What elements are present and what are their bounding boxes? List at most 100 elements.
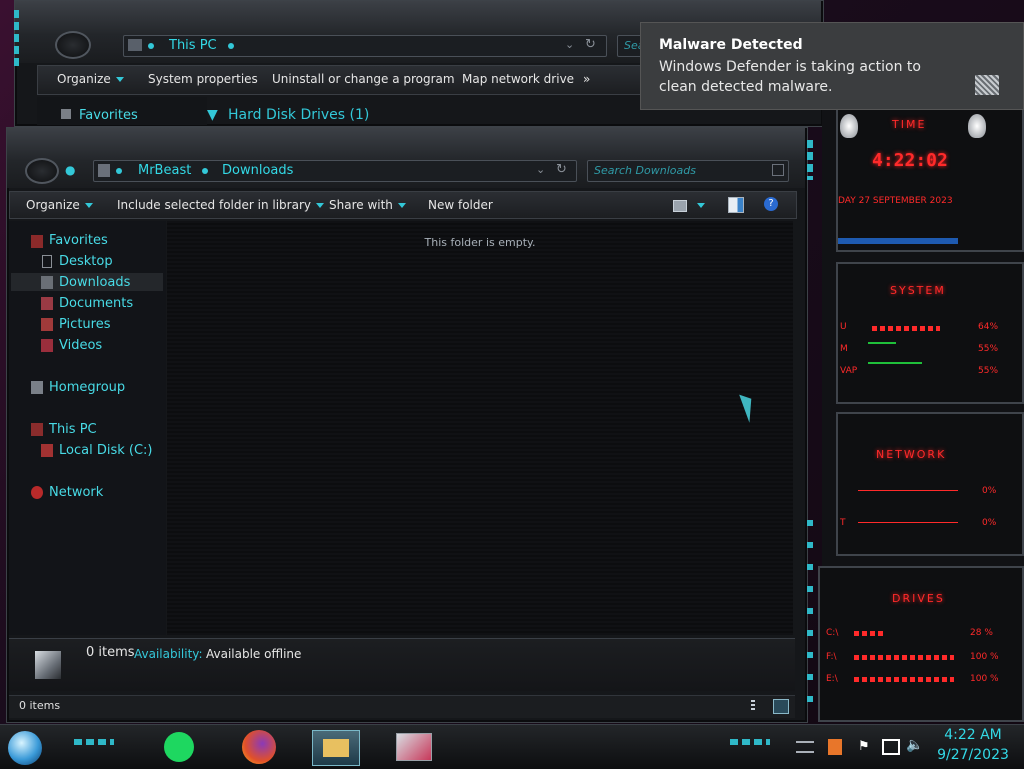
system-gadget[interactable]: SYSTEM U 64% M 55% VAP 55% [836,262,1024,404]
network-tray-icon[interactable] [882,739,900,755]
share-with-button[interactable]: Share with [329,192,406,218]
cpu-value: 64% [978,322,999,332]
include-in-library-button[interactable]: Include selected folder in library [117,192,324,218]
desktop-icon [42,255,52,268]
nav-documents[interactable]: Documents [59,295,133,313]
window-accent [14,10,19,70]
breadcrumb-downloads[interactable]: Downloads [222,163,293,178]
drive-e-bar [854,677,954,682]
nav-downloads[interactable]: Downloads [59,274,130,292]
time-title: TIME [892,118,927,131]
availability-label: Availability: [134,647,203,661]
java-update-icon[interactable] [828,739,842,755]
net-out-label: T [840,518,846,528]
chevron-down-icon [84,203,93,208]
help-icon[interactable]: ? [764,197,778,211]
explorer-address-bar[interactable]: MrBeast Downloads ⌄ ↻ [93,160,577,182]
view-options-icon[interactable] [673,200,687,212]
preview-pane-icon[interactable] [728,197,744,213]
organize-button[interactable]: Organize [57,66,124,92]
system-title: SYSTEM [890,284,946,297]
swap-usage-bar [868,362,922,364]
local-disk-icon [41,444,53,457]
nav-videos[interactable]: Videos [59,337,102,355]
start-orb-icon[interactable] [8,731,42,765]
address-location[interactable]: This PC [169,38,217,53]
nav-this-pc[interactable]: This PC [49,421,97,439]
organize-label: Organize [57,72,111,86]
taskbar-accent [74,739,114,745]
folder-icon [323,739,349,757]
more-commands-button[interactable]: » [583,66,590,92]
status-bar: 0 items [9,695,795,718]
drive-e-label: E:\ [826,674,838,684]
chevron-down-icon [397,203,406,208]
large-icons-view-icon[interactable] [773,699,789,714]
nav-pictures[interactable]: Pictures [59,316,110,334]
hard-disk-group-header[interactable]: Hard Disk Drives (1) [228,107,369,123]
uninstall-program-button[interactable]: Uninstall or change a program [272,66,455,92]
map-network-drive-button[interactable]: Map network drive [462,66,574,92]
network-gadget[interactable]: NETWORK 0% T 0% [836,412,1024,556]
explorer-window: ● MrBeast Downloads ⌄ ↻ Search Downloads… [6,127,808,723]
clock-date: DAY 27 SEPTEMBER 2023 [838,196,953,206]
drive-f-value: 100 % [970,652,999,662]
time-gadget-stripe [838,238,958,244]
system-properties-button[interactable]: System properties [148,66,258,92]
pictures-icon [41,318,53,331]
downloads-icon [41,276,53,289]
drive-c-value: 28 % [970,628,993,638]
organize-label: Organize [26,198,80,212]
search-icon[interactable] [772,164,784,176]
refresh-icon[interactable]: ↻ [556,162,567,177]
cpu-label: U [840,322,847,332]
explorer-search-box[interactable]: Search Downloads [587,160,789,182]
firefox-icon[interactable] [242,730,276,764]
include-label: Include selected folder in library [117,198,311,212]
nav-network[interactable]: Network [49,484,103,502]
drive-c-label: C:\ [826,628,839,638]
file-explorer-icon[interactable] [312,730,360,766]
screen-app-icon[interactable] [396,733,432,761]
refresh-icon[interactable]: ↻ [585,37,596,52]
details-view-icon[interactable] [751,700,755,712]
back-button[interactable] [25,158,59,184]
net-out-graph [858,522,958,523]
star-icon [31,235,43,248]
details-item-count: 0 items [86,645,135,660]
clock-time: 4:22:02 [872,150,948,171]
forward-button[interactable]: ● [65,163,75,177]
show-hidden-icons-icon[interactable] [796,741,814,753]
tray-clock-time[interactable]: 4:22 AM [930,727,1016,743]
malware-notification[interactable]: Malware Detected Windows Defender is tak… [640,22,1024,110]
tray-clock-date[interactable]: 9/27/2023 [930,747,1016,763]
drives-gadget[interactable]: DRIVES C:\ 28 % F:\ 100 % E:\ 100 % [818,566,1024,722]
content-pane[interactable]: This folder is empty. [167,221,793,635]
new-folder-button[interactable]: New folder [428,192,493,218]
breadcrumb-dot-icon [228,43,234,49]
nav-homegroup[interactable]: Homegroup [49,379,125,397]
chevron-down-icon[interactable]: ⌄ [536,163,545,176]
back-nav-favorites[interactable]: Favorites [79,107,138,125]
breadcrumb-mrbeast[interactable]: MrBeast [138,163,191,178]
computer-icon [128,39,142,51]
back-button[interactable] [55,31,91,59]
chevron-down-icon [115,77,124,82]
taskbar: ⚑ 🔈 4:22 AM 9/27/2023 [0,724,1024,769]
window-accent [807,520,813,710]
action-center-flag-icon[interactable]: ⚑ [858,739,870,754]
net-in-graph [858,490,958,491]
chevron-down-icon[interactable]: ⌄ [565,38,574,51]
availability-value: Available offline [206,647,302,661]
chevron-down-icon[interactable] [697,203,705,208]
nav-desktop[interactable]: Desktop [59,253,113,271]
taskbar-accent [730,739,770,745]
spotify-icon[interactable] [164,732,194,762]
time-gadget[interactable]: TIME 4:22:02 DAY 27 SEPTEMBER 2023 [836,108,1024,252]
volume-icon[interactable]: 🔈 [906,737,923,753]
this-pc-address-bar[interactable]: This PC ⌄ ↻ [123,35,607,57]
organize-button[interactable]: Organize [26,192,93,218]
notification-title: Malware Detected [659,37,803,53]
nav-local-disk[interactable]: Local Disk (C:) [59,442,152,460]
nav-favorites[interactable]: Favorites [49,232,108,250]
